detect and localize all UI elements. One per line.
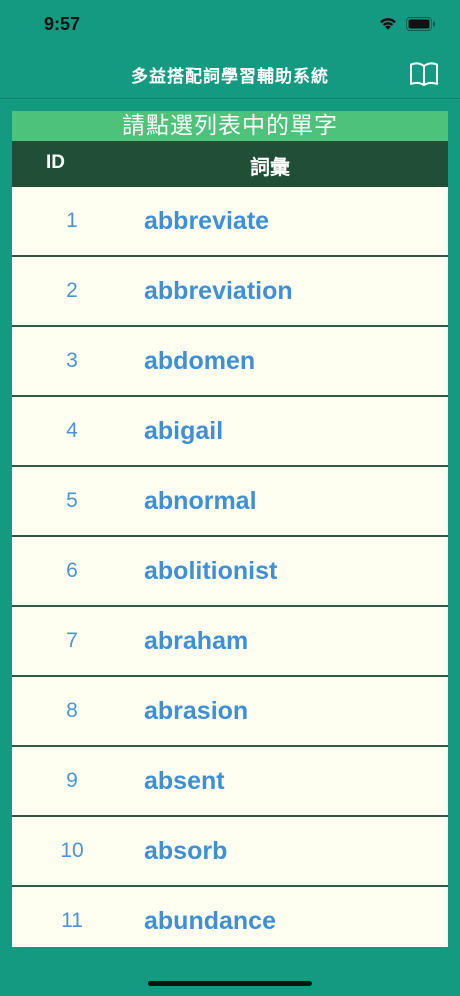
table-row[interactable]: 4 abigail xyxy=(12,397,448,467)
row-word: abraham xyxy=(144,627,249,655)
row-id: 1 xyxy=(66,209,78,232)
book-button[interactable] xyxy=(408,58,440,90)
row-id: 7 xyxy=(66,629,78,652)
column-header-id: ID xyxy=(46,152,65,173)
table-row[interactable]: 10 absorb xyxy=(12,817,448,887)
wifi-icon xyxy=(378,16,398,31)
row-id: 4 xyxy=(66,419,78,442)
instruction-banner: 請點選列表中的單字 xyxy=(12,111,448,141)
row-id: 9 xyxy=(66,769,78,792)
status-bar: 9:57 xyxy=(0,0,460,50)
row-word: abdomen xyxy=(144,347,256,375)
row-id: 8 xyxy=(66,699,78,722)
row-word: absent xyxy=(144,767,225,795)
row-word: abnormal xyxy=(144,487,257,515)
row-word: abundance xyxy=(144,907,276,935)
column-header-word: 詞彙 xyxy=(250,155,290,179)
table-row[interactable]: 9 absent xyxy=(12,747,448,817)
table-row[interactable]: 1 abbreviate xyxy=(12,187,448,257)
nav-title: 多益搭配詞學習輔助系統 xyxy=(131,67,329,87)
status-icons xyxy=(378,16,436,31)
table-row[interactable]: 7 abraham xyxy=(12,607,448,677)
row-word: absorb xyxy=(144,837,228,865)
table-row[interactable]: 11 abundance xyxy=(12,887,448,947)
status-time: 9:57 xyxy=(44,14,81,34)
table-row[interactable]: 3 abdomen xyxy=(12,327,448,397)
table-row[interactable]: 5 abnormal xyxy=(12,467,448,537)
row-id: 3 xyxy=(66,349,78,372)
row-id: 11 xyxy=(61,909,83,932)
table-row[interactable]: 2 abbreviation xyxy=(12,257,448,327)
battery-icon xyxy=(406,16,436,31)
nav-bar: 多益搭配詞學習輔助系統 xyxy=(0,50,460,99)
row-word: abrasion xyxy=(144,697,249,725)
row-id: 10 xyxy=(60,839,84,862)
home-indicator[interactable] xyxy=(148,981,312,986)
row-word: abolitionist xyxy=(144,557,278,585)
row-word: abigail xyxy=(144,417,224,445)
row-id: 2 xyxy=(66,279,78,302)
table-header: ID 詞彙 xyxy=(12,141,448,187)
row-id: 5 xyxy=(66,489,78,512)
row-word: abbreviation xyxy=(144,277,293,305)
book-icon xyxy=(408,62,440,94)
table-row[interactable]: 6 abolitionist xyxy=(12,537,448,607)
word-list[interactable]: 1 abbreviate 2 abbreviation 3 abdomen 4 … xyxy=(12,187,448,947)
row-id: 6 xyxy=(66,559,78,582)
row-word: abbreviate xyxy=(144,207,270,235)
table-row[interactable]: 8 abrasion xyxy=(12,677,448,747)
